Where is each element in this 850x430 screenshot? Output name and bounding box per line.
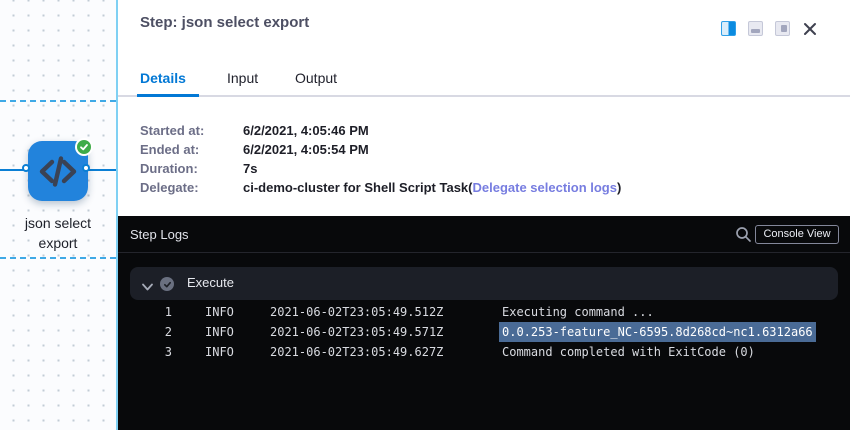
log-line: 2 INFO 2021-06-02T23:05:49.571Z 0.0.253-… (118, 322, 850, 342)
log-timestamp: 2021-06-02T23:05:49.627Z (270, 342, 443, 362)
node-port-right (82, 164, 90, 172)
page-title: Step: json select export (140, 14, 309, 31)
log-level: INFO (205, 302, 234, 322)
node-label-line2: export (0, 233, 116, 253)
right-panel-layout-icon[interactable] (775, 21, 790, 36)
step-logs-panel: Step Logs Console View Execute (118, 216, 850, 430)
console-view-button[interactable]: Console View (755, 225, 839, 244)
execute-section-header[interactable]: Execute (130, 267, 838, 300)
step-logs-title: Step Logs (130, 227, 189, 242)
step-detail-panel: Step: json select export Details Input O… (118, 0, 850, 216)
delegate-value-prefix: ci-demo-cluster for Shell Script Task( (243, 180, 472, 195)
delegate-selection-logs-link[interactable]: Delegate selection logs (472, 180, 617, 195)
split-view-icon[interactable] (721, 21, 736, 36)
close-icon[interactable] (802, 21, 818, 37)
stage-boundary-top (0, 100, 116, 102)
log-timestamp: 2021-06-02T23:05:49.512Z (270, 302, 443, 322)
section-success-check-icon (160, 277, 174, 291)
log-level: INFO (205, 342, 234, 362)
log-lines: 1 INFO 2021-06-02T23:05:49.512Z Executin… (118, 302, 850, 362)
log-message-selected[interactable]: 0.0.253-feature_NC-6595.8d268cd~nc1.6312… (499, 322, 816, 342)
node-port-left (22, 164, 30, 172)
log-line-number: 3 (142, 342, 172, 362)
detail-label: Ended at: (140, 140, 240, 159)
section-title: Execute (187, 275, 234, 290)
log-line: 1 INFO 2021-06-02T23:05:49.512Z Executin… (118, 302, 850, 322)
detail-value: 6/2/2021, 4:05:46 PM (243, 121, 843, 140)
detail-value: 6/2/2021, 4:05:54 PM (243, 140, 843, 159)
tab-output[interactable]: Output (295, 70, 337, 86)
step-detail-screen: json select export Step: json select exp… (0, 0, 850, 430)
log-message[interactable]: Executing command ... (502, 302, 654, 322)
log-line-number: 1 (142, 302, 172, 322)
tab-input[interactable]: Input (227, 70, 258, 86)
node-label-line1: json select (0, 213, 116, 233)
tab-details[interactable]: Details (140, 70, 186, 86)
step-logs-header: Step Logs Console View (118, 216, 850, 253)
pipeline-canvas[interactable]: json select export (0, 0, 116, 430)
node-label: json select export (0, 213, 116, 253)
tab-active-indicator (137, 94, 199, 97)
search-icon[interactable] (735, 226, 752, 243)
delegate-value-suffix: ) (617, 180, 621, 195)
tab-rule (118, 95, 850, 97)
log-message[interactable]: Command completed with ExitCode (0) (502, 342, 755, 362)
log-level: INFO (205, 322, 234, 342)
detail-value: ci-demo-cluster for Shell Script Task(De… (243, 178, 843, 197)
log-line: 3 INFO 2021-06-02T23:05:49.627Z Command … (118, 342, 850, 362)
stage-boundary-bottom (0, 257, 116, 259)
detail-label: Started at: (140, 121, 240, 140)
log-timestamp: 2021-06-02T23:05:49.571Z (270, 322, 443, 342)
detail-value: 7s (243, 159, 843, 178)
log-line-number: 2 (142, 322, 172, 342)
success-check-badge-icon (75, 138, 93, 156)
detail-label: Delegate: (140, 178, 240, 197)
bottom-panel-layout-icon[interactable] (748, 21, 763, 36)
detail-label: Duration: (140, 159, 240, 178)
chevron-down-icon[interactable] (142, 279, 153, 289)
